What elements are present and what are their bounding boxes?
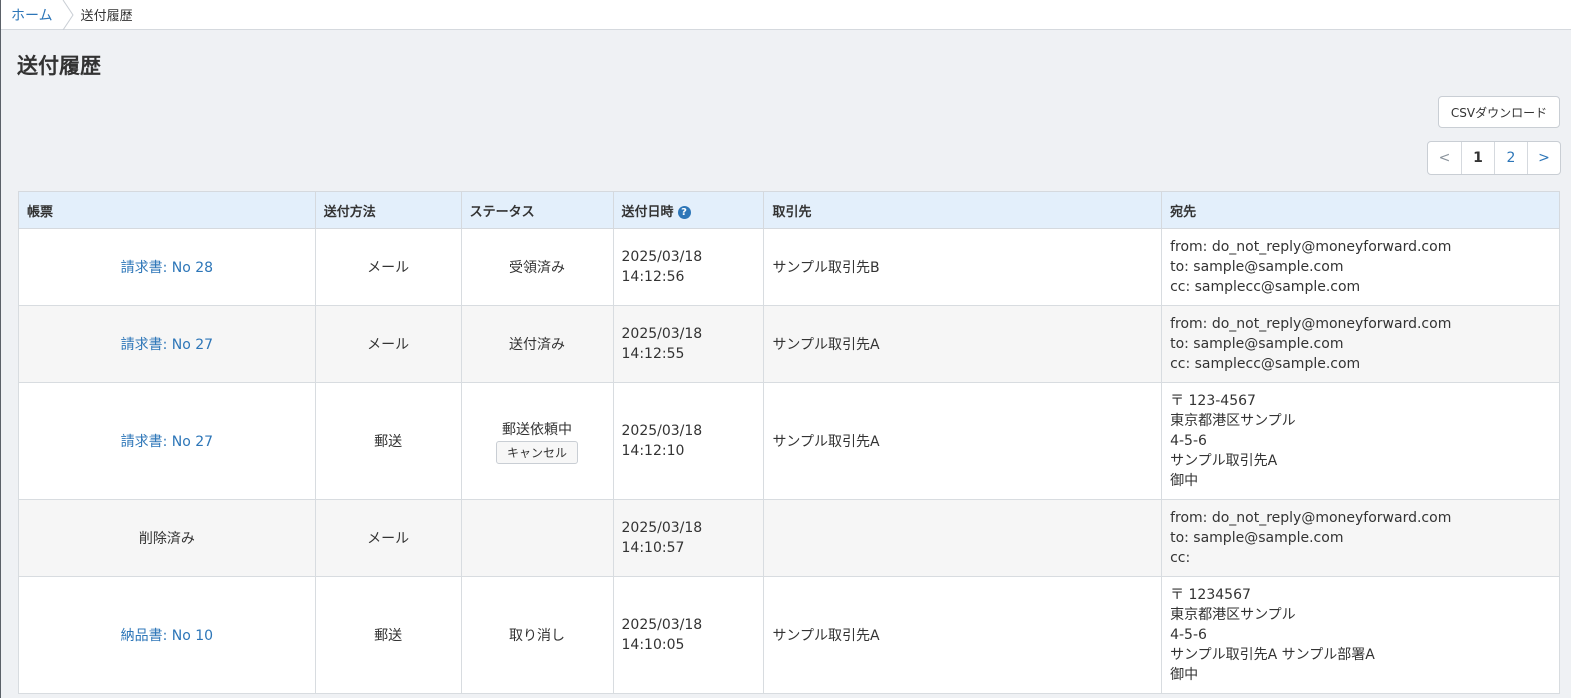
destination-line: to: sample@sample.com bbox=[1170, 259, 1344, 275]
chevron-right-icon bbox=[62, 0, 74, 30]
destination-line: 〒 123-4567 bbox=[1170, 393, 1256, 409]
destination-cell: from: do_not_reply@moneyforward.com to: s… bbox=[1161, 499, 1560, 577]
send-time: 14:10:05 bbox=[621, 637, 685, 653]
datetime-cell: 2025/03/18 14:10:57 bbox=[612, 499, 765, 577]
breadcrumb-home-link[interactable]: ホーム bbox=[1, 0, 67, 30]
pagination: < 1 2 > bbox=[1427, 141, 1561, 175]
send-date: 2025/03/18 bbox=[621, 423, 703, 439]
destination-line: cc: bbox=[1170, 550, 1191, 566]
destination-line: 御中 bbox=[1170, 667, 1199, 683]
document-cell: 請求書: No 27 bbox=[18, 382, 316, 500]
column-header-partner[interactable]: 取引先 bbox=[763, 191, 1163, 229]
datetime-cell: 2025/03/18 14:12:10 bbox=[612, 382, 765, 500]
send-history-table: 帳票 送付方法 ステータス 送付日時? 取引先 宛先 請求書: No 28 メー… bbox=[18, 191, 1560, 694]
method-cell: メール bbox=[314, 228, 462, 306]
document-cell: 納品書: No 10 bbox=[18, 576, 316, 694]
destination-cell: from: do_not_reply@moneyforward.com to: s… bbox=[1161, 305, 1560, 383]
datetime-cell: 2025/03/18 14:12:55 bbox=[612, 305, 765, 383]
destination-line: from: do_not_reply@moneyforward.com bbox=[1170, 239, 1452, 255]
destination-line: to: sample@sample.com bbox=[1170, 336, 1344, 352]
document-link[interactable]: 請求書: No 27 bbox=[121, 337, 213, 353]
method-cell: 郵送 bbox=[314, 576, 462, 694]
send-time: 14:12:55 bbox=[621, 346, 685, 362]
column-header-datetime-label: 送付日時 bbox=[621, 204, 674, 220]
method-cell: 郵送 bbox=[314, 382, 462, 500]
destination-line: サンプル取引先A bbox=[1170, 453, 1278, 469]
send-time: 14:10:57 bbox=[621, 540, 685, 556]
document-cell: 請求書: No 28 bbox=[18, 228, 316, 306]
table-header-row: 帳票 送付方法 ステータス 送付日時? 取引先 宛先 bbox=[18, 191, 1560, 229]
destination-line: from: do_not_reply@moneyforward.com bbox=[1170, 510, 1452, 526]
table-row: 納品書: No 10 郵送 取り消し 2025/03/18 14:10:05 サン… bbox=[18, 576, 1560, 694]
partner-cell: サンプル取引先A bbox=[763, 576, 1163, 694]
destination-line: サンプル取引先A サンプル部署A bbox=[1170, 647, 1375, 663]
document-link[interactable]: 請求書: No 27 bbox=[121, 434, 213, 450]
table-row: 削除済み メール 2025/03/18 14:10:57 from: do_not… bbox=[18, 499, 1560, 577]
datetime-cell: 2025/03/18 14:10:05 bbox=[612, 576, 765, 694]
status-cell bbox=[460, 499, 614, 577]
column-header-datetime[interactable]: 送付日時? bbox=[612, 191, 765, 229]
csv-download-button[interactable]: CSVダウンロード bbox=[1438, 96, 1560, 128]
send-date: 2025/03/18 bbox=[621, 617, 703, 633]
partner-cell bbox=[763, 499, 1163, 577]
column-header-method[interactable]: 送付方法 bbox=[314, 191, 462, 229]
destination-line: 東京都港区サンプル bbox=[1170, 607, 1296, 623]
breadcrumb: ホーム 送付履歴 bbox=[1, 0, 1571, 30]
send-date: 2025/03/18 bbox=[621, 326, 703, 342]
status-cell: 送付済み bbox=[460, 305, 614, 383]
table-row: 請求書: No 27 郵送 郵送依頼中キャンセル 2025/03/18 14:12… bbox=[18, 382, 1560, 500]
column-header-status[interactable]: ステータス bbox=[460, 191, 614, 229]
table-row: 請求書: No 28 メール 受領済み 2025/03/18 14:12:56 サ… bbox=[18, 228, 1560, 306]
status-cell: 取り消し bbox=[460, 576, 614, 694]
destination-line: cc: samplecc@sample.com bbox=[1170, 356, 1361, 372]
column-header-document[interactable]: 帳票 bbox=[18, 191, 316, 229]
destination-line: cc: samplecc@sample.com bbox=[1170, 279, 1361, 295]
status-cell: 郵送依頼中キャンセル bbox=[460, 382, 614, 500]
status-text: 郵送依頼中 bbox=[502, 421, 573, 438]
status-cell: 受領済み bbox=[460, 228, 614, 306]
send-time: 14:12:10 bbox=[621, 443, 685, 459]
send-time: 14:12:56 bbox=[621, 269, 685, 285]
partner-cell: サンプル取引先A bbox=[763, 382, 1163, 500]
pagination-page-1[interactable]: 1 bbox=[1461, 142, 1494, 174]
document-cell: 請求書: No 27 bbox=[18, 305, 316, 383]
destination-line: 4-5-6 bbox=[1170, 627, 1207, 643]
partner-cell: サンプル取引先B bbox=[763, 228, 1163, 306]
partner-cell: サンプル取引先A bbox=[763, 305, 1163, 383]
pagination-page-2[interactable]: 2 bbox=[1494, 142, 1527, 174]
send-date: 2025/03/18 bbox=[621, 249, 703, 265]
destination-line: to: sample@sample.com bbox=[1170, 530, 1344, 546]
pagination-next-button[interactable]: > bbox=[1527, 142, 1560, 174]
destination-line: 東京都港区サンプル bbox=[1170, 413, 1296, 429]
destination-cell: 〒 123-4567 東京都港区サンプル 4-5-6 サンプル取引先A 御中 bbox=[1161, 382, 1560, 500]
column-header-destination[interactable]: 宛先 bbox=[1161, 191, 1560, 229]
method-cell: メール bbox=[314, 499, 462, 577]
destination-cell: from: do_not_reply@moneyforward.com to: s… bbox=[1161, 228, 1560, 306]
datetime-cell: 2025/03/18 14:12:56 bbox=[612, 228, 765, 306]
table-row: 請求書: No 27 メール 送付済み 2025/03/18 14:12:55 サ… bbox=[18, 305, 1560, 383]
pagination-prev-button[interactable]: < bbox=[1428, 142, 1461, 174]
question-circle-icon[interactable]: ? bbox=[677, 205, 691, 219]
method-cell: メール bbox=[314, 305, 462, 383]
document-link[interactable]: 納品書: No 10 bbox=[121, 628, 213, 644]
breadcrumb-current: 送付履歴 bbox=[80, 9, 133, 24]
destination-line: 御中 bbox=[1170, 473, 1199, 489]
send-date: 2025/03/18 bbox=[621, 520, 703, 536]
destination-line: 〒 1234567 bbox=[1170, 587, 1251, 603]
destination-line: from: do_not_reply@moneyforward.com bbox=[1170, 316, 1452, 332]
page-title: 送付履歴 bbox=[17, 54, 101, 78]
cancel-button[interactable]: キャンセル bbox=[496, 440, 579, 464]
destination-line: 4-5-6 bbox=[1170, 433, 1207, 449]
destination-cell: 〒 1234567 東京都港区サンプル 4-5-6 サンプル取引先A サンプル部署A 御… bbox=[1161, 576, 1560, 694]
document-cell: 削除済み bbox=[18, 499, 316, 577]
document-link[interactable]: 請求書: No 28 bbox=[121, 260, 213, 276]
